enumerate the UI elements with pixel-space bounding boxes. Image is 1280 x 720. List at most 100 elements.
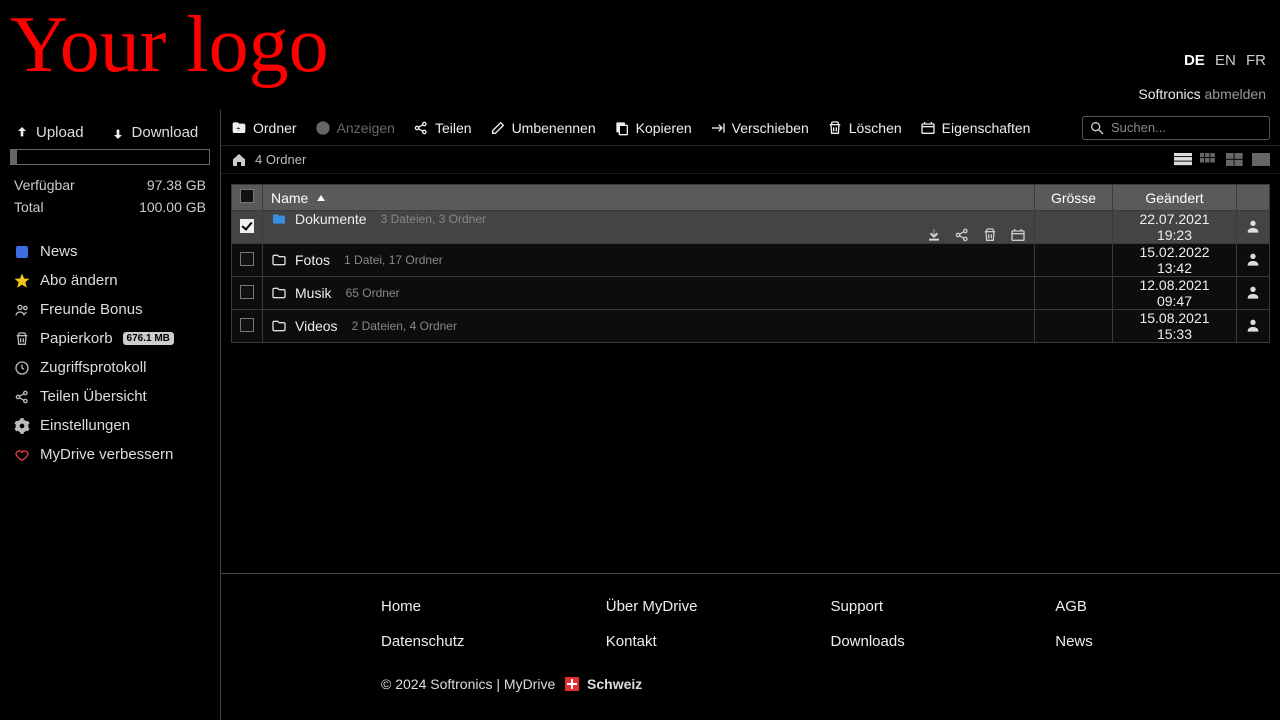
footer-link-downloads[interactable]: Downloads <box>831 633 1056 650</box>
row-name: Musik <box>295 285 332 301</box>
folder-outline-icon <box>271 285 287 301</box>
search-box[interactable] <box>1082 116 1270 140</box>
home-icon[interactable] <box>231 152 247 168</box>
toolbar-ordner-button[interactable]: Ordner <box>231 120 297 136</box>
copyright-text: © 2024 Softronics | MyDrive <box>381 676 555 692</box>
gear-icon <box>14 418 30 434</box>
row-name-cell[interactable]: Musik 65 Ordner <box>263 277 1035 310</box>
header-size[interactable]: Grösse <box>1035 185 1113 211</box>
table-row[interactable]: Musik 65 Ordner 12.08.2021 09:47 <box>232 277 1270 310</box>
toolbar-button-label: Eigenschaften <box>942 120 1031 136</box>
row-modified: 22.07.2021 19:23 <box>1113 211 1237 244</box>
share-icon[interactable] <box>954 227 970 243</box>
footer-link-datenschutz[interactable]: Datenschutz <box>381 633 606 650</box>
row-name-cell[interactable]: Dokumente 3 Dateien, 3 Ordner <box>263 211 1035 244</box>
toolbar-button-label: Verschieben <box>732 120 809 136</box>
row-checkbox-cell[interactable] <box>232 310 263 343</box>
footer-link-news[interactable]: News <box>1055 633 1280 650</box>
folder-outline-icon <box>271 318 287 334</box>
sidebar-item-label: MyDrive verbessern <box>40 446 173 463</box>
sidebar-item-badge: 676.1 MB <box>123 332 174 345</box>
sidebar-item-zugriffsprotokoll[interactable]: Zugriffsprotokoll <box>0 353 220 382</box>
row-modified: 12.08.2021 09:47 <box>1113 277 1237 310</box>
lang-fr[interactable]: FR <box>1246 52 1266 69</box>
footer-link--ber-mydrive[interactable]: Über MyDrive <box>606 598 831 615</box>
header-modified[interactable]: Geändert <box>1113 185 1237 211</box>
row-name-cell[interactable]: Videos 2 Dateien, 4 Ordner <box>263 310 1035 343</box>
toolbar-teilen-button[interactable]: Teilen <box>413 120 472 136</box>
file-table: Name Grösse Geändert <box>231 184 1270 343</box>
row-owner-cell[interactable] <box>1237 277 1270 310</box>
download-row-icon[interactable] <box>926 227 942 243</box>
row-owner-cell[interactable] <box>1237 310 1270 343</box>
table-row[interactable]: Videos 2 Dateien, 4 Ordner 15.08.2021 15… <box>232 310 1270 343</box>
row-modified: 15.08.2021 15:33 <box>1113 310 1237 343</box>
sidebar-item-label: Abo ändern <box>40 272 118 289</box>
storage-total-label: Total <box>14 199 44 215</box>
toolbar-verschieben-button[interactable]: Verschieben <box>710 120 809 136</box>
row-owner-cell[interactable] <box>1237 211 1270 244</box>
footer-link-support[interactable]: Support <box>831 598 1056 615</box>
star-icon <box>14 273 30 289</box>
row-checkbox[interactable] <box>240 285 254 299</box>
view-large-button[interactable] <box>1252 153 1270 167</box>
row-checkbox[interactable] <box>240 318 254 332</box>
row-name-cell[interactable]: Fotos 1 Datei, 17 Ordner <box>263 244 1035 277</box>
storage-available-value: 97.38 GB <box>147 177 206 193</box>
row-owner-cell[interactable] <box>1237 244 1270 277</box>
logout-link[interactable]: abmelden <box>1205 86 1267 102</box>
table-row[interactable]: Fotos 1 Datei, 17 Ordner 15.02.2022 13:4… <box>232 244 1270 277</box>
header-name-label: Name <box>271 190 308 206</box>
sidebar-item-einstellungen[interactable]: Einstellungen <box>0 411 220 440</box>
row-checkbox-cell[interactable] <box>232 211 263 244</box>
storage-total-value: 100.00 GB <box>139 199 206 215</box>
table-row[interactable]: Dokumente 3 Dateien, 3 Ordner 22.07.2021… <box>232 211 1270 244</box>
row-checkbox-cell[interactable] <box>232 244 263 277</box>
row-checkbox-cell[interactable] <box>232 277 263 310</box>
sidebar-item-label: News <box>40 243 78 260</box>
toolbar-umbenennen-button[interactable]: Umbenennen <box>490 120 596 136</box>
row-meta: 1 Datei, 17 Ordner <box>344 253 443 267</box>
country: Schweiz <box>587 676 642 692</box>
row-size <box>1035 244 1113 277</box>
share-icon <box>14 389 30 405</box>
lang-de[interactable]: DE <box>1184 52 1205 69</box>
search-icon <box>1089 120 1105 136</box>
sidebar-item-news[interactable]: News <box>0 237 220 266</box>
sort-asc-icon <box>316 190 326 206</box>
storage-bar <box>0 149 220 173</box>
sidebar-item-papierkorb[interactable]: Papierkorb 676.1 MB <box>0 324 220 353</box>
person-icon <box>1245 251 1261 267</box>
header-name[interactable]: Name <box>263 185 1035 211</box>
toolbar-kopieren-button[interactable]: Kopieren <box>614 120 692 136</box>
view-small-grid-button[interactable] <box>1200 153 1218 167</box>
footer-link-home[interactable]: Home <box>381 598 606 615</box>
select-all-checkbox[interactable] <box>240 189 254 203</box>
view-list-button[interactable] <box>1174 153 1192 167</box>
header-checkbox-cell[interactable] <box>232 185 263 211</box>
row-checkbox[interactable] <box>240 252 254 266</box>
footer-link-agb[interactable]: AGB <box>1055 598 1280 615</box>
download-button[interactable]: Download <box>110 124 199 141</box>
toolbar-l-schen-button[interactable]: Löschen <box>827 120 902 136</box>
search-input[interactable] <box>1111 120 1263 135</box>
main: Ordner Anzeigen Teilen Umbenennen Kopier… <box>221 110 1280 720</box>
sidebar-item-mydrive-verbessern[interactable]: MyDrive verbessern <box>0 440 220 469</box>
sidebar-item-freunde-bonus[interactable]: Freunde Bonus <box>0 295 220 324</box>
upload-button[interactable]: Upload <box>14 124 84 141</box>
storage-available-label: Verfügbar <box>14 177 75 193</box>
view-medium-grid-button[interactable] <box>1226 153 1244 167</box>
footer-link-kontakt[interactable]: Kontakt <box>606 633 831 650</box>
sidebar-item-teilen-bersicht[interactable]: Teilen Übersicht <box>0 382 220 411</box>
row-checkbox[interactable] <box>240 219 254 233</box>
breadcrumb-summary: 4 Ordner <box>255 152 306 167</box>
sidebar-item-abo-ndern[interactable]: Abo ändern <box>0 266 220 295</box>
trash-icon[interactable] <box>982 227 998 243</box>
toolbar-eigenschaften-button[interactable]: Eigenschaften <box>920 120 1031 136</box>
table-header-row: Name Grösse Geändert <box>232 185 1270 211</box>
props-icon[interactable] <box>1010 227 1026 243</box>
download-icon <box>110 125 126 141</box>
download-label: Download <box>132 124 199 141</box>
lang-en[interactable]: EN <box>1215 52 1236 69</box>
header-size-label: Grösse <box>1051 190 1096 206</box>
